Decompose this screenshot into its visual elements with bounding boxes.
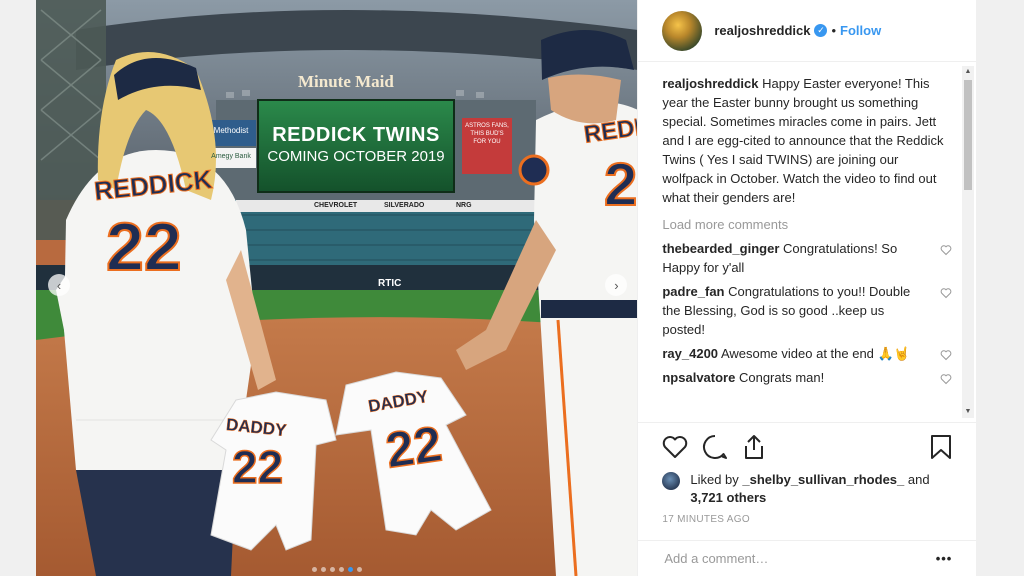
action-icons <box>662 433 952 461</box>
comment-icon[interactable] <box>702 434 728 460</box>
ad-amegy: Amegy Bank <box>211 153 251 160</box>
scroll-up-arrow-icon[interactable]: ▲ <box>962 66 974 78</box>
more-options-icon[interactable]: ••• <box>936 551 953 566</box>
carousel-dot[interactable] <box>329 567 335 572</box>
comment-username[interactable]: ray_4200 <box>662 346 718 361</box>
banner-nrg: NRG <box>456 202 472 209</box>
heart-icon[interactable] <box>940 373 952 385</box>
comments-list[interactable]: realjoshreddick Happy Easter everyone! T… <box>638 62 976 422</box>
add-comment-bar: ••• <box>638 540 977 576</box>
scoreboard-subtitle: COMING OCTOBER 2019 <box>267 148 445 165</box>
comment-username[interactable]: npsalvatore <box>662 370 735 385</box>
heart-icon[interactable] <box>940 287 952 299</box>
onesie-right-number: 22 <box>382 415 446 480</box>
comment-text: Congrats man! <box>738 370 825 385</box>
verified-badge-icon: ✓ <box>814 24 828 37</box>
post-header: realjoshreddick ✓ • Follow <box>638 0 976 62</box>
post-actions: Liked by _shelby_sullivan_rhodes_ and 3,… <box>638 422 977 525</box>
carousel-dots <box>36 567 637 572</box>
carousel-dot[interactable] <box>320 567 326 572</box>
banner-chevrolet: CHEVROLET <box>314 202 358 209</box>
liker-avatar[interactable] <box>662 472 681 490</box>
comment-text: Awesome video at the end 🙏🤘 <box>720 346 910 361</box>
wall-ad-rtic: RTIC <box>378 278 402 289</box>
carousel-dot[interactable] <box>356 567 362 572</box>
header-username[interactable]: realjoshreddick <box>714 23 810 38</box>
list-item: padre_fan Congratulations to you!! Doubl… <box>662 282 952 339</box>
share-icon[interactable] <box>742 434 766 460</box>
carousel-dot-active[interactable] <box>347 567 353 572</box>
stadium-sign: Minute Maid <box>298 72 394 91</box>
carousel-dot[interactable] <box>338 567 344 572</box>
likes-prefix: Liked by <box>690 472 739 487</box>
comments-scrollbar[interactable]: ▲ ▼ <box>962 66 974 418</box>
jersey-number-right: 22 <box>604 150 638 219</box>
likes-text: Liked by _shelby_sullivan_rhodes_ and 3,… <box>690 471 952 507</box>
list-item: thebearded_ginger Congratulations! So Ha… <box>662 239 952 277</box>
heart-icon[interactable] <box>940 244 952 256</box>
carousel-dot[interactable] <box>311 567 317 572</box>
ad-methodist: Methodist <box>213 126 249 135</box>
scroll-down-arrow-icon[interactable]: ▼ <box>962 406 974 418</box>
comment-input[interactable] <box>662 550 936 567</box>
scrollbar-thumb[interactable] <box>964 80 972 190</box>
post-photo[interactable]: Minute Maid REDDICK TWINS COMING OCTOBER… <box>36 0 638 576</box>
load-more-comments-button[interactable]: Load more comments <box>662 217 946 232</box>
header-separator: • <box>831 23 837 38</box>
comment-username[interactable]: thebearded_ginger <box>662 241 779 256</box>
instagram-post-modal: Minute Maid REDDICK TWINS COMING OCTOBER… <box>36 0 977 576</box>
likes-and: and <box>907 472 930 487</box>
likes-summary: Liked by _shelby_sullivan_rhodes_ and 3,… <box>662 471 952 507</box>
scoreboard-title: REDDICK TWINS <box>272 124 440 146</box>
avatar[interactable] <box>662 10 703 51</box>
jersey-number-left: 22 <box>105 208 183 286</box>
follow-button[interactable]: Follow <box>840 23 881 38</box>
heart-icon[interactable] <box>662 435 688 459</box>
heart-icon[interactable] <box>940 349 952 361</box>
post-side-panel: realjoshreddick ✓ • Follow realjoshreddi… <box>637 0 977 576</box>
ad-bud: ASTROS FANS, THIS BUD'S FOR YOU <box>465 123 509 145</box>
list-item: npsalvatore Congrats man! <box>662 368 952 387</box>
comment-username[interactable]: padre_fan <box>662 284 724 299</box>
post-timestamp[interactable]: 17 MINUTES AGO <box>662 514 952 525</box>
liker-username[interactable]: _shelby_sullivan_rhodes_ <box>742 472 904 487</box>
chevron-left-icon[interactable]: ‹ <box>48 274 70 296</box>
caption-username[interactable]: realjoshreddick <box>662 76 758 91</box>
caption-text: Happy Easter everyone! This year the Eas… <box>662 76 944 205</box>
likes-others-count[interactable]: 3,721 others <box>690 490 766 505</box>
bookmark-icon[interactable] <box>930 434 952 460</box>
post-caption: realjoshreddick Happy Easter everyone! T… <box>662 74 946 207</box>
list-item: ray_4200 Awesome video at the end 🙏🤘 <box>662 344 952 363</box>
banner-silverado: SILVERADO <box>384 202 425 209</box>
onesie-left-number: 22 <box>231 440 284 494</box>
